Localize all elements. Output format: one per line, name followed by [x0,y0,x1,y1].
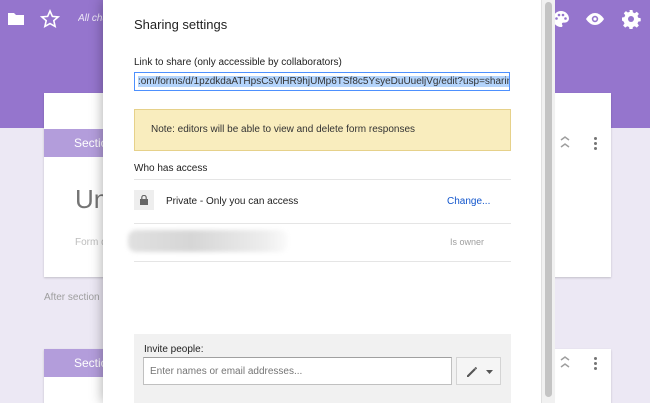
dialog-title: Sharing settings [134,17,228,32]
who-has-access-heading: Who has access [134,163,208,174]
star-icon[interactable] [40,9,60,29]
scrollbar-thumb[interactable] [545,2,552,397]
more-options-icon[interactable] [592,357,598,373]
collapse-chevron-icon[interactable] [558,135,572,149]
divider [134,223,511,224]
owner-name-blurred [128,230,288,252]
lock-icon [134,190,154,210]
gear-icon[interactable] [621,9,641,29]
link-label: Link to share (only accessible by collab… [134,57,342,68]
share-link-text: :om/forms/d/1pzdkdaATHpsCsVlHR9hjUMp6TSf… [138,76,509,87]
editor-note: Note: editors will be able to view and d… [134,109,511,151]
dialog-scrollbar[interactable] [541,0,555,403]
divider [134,179,511,180]
owner-role-label: Is owner [450,237,485,247]
invite-label: Invite people: [144,344,204,355]
access-level-text: Private - Only you can access [166,196,299,207]
permission-dropdown-button[interactable] [456,357,501,385]
eye-icon[interactable] [585,9,605,29]
change-access-link[interactable]: Change... [447,196,490,207]
pencil-icon [467,367,477,377]
folder-icon[interactable] [6,9,26,29]
collapse-chevron-icon[interactable] [558,355,572,369]
save-status-text: All changes saved in Drive [78,13,104,24]
more-options-icon[interactable] [592,137,598,153]
dropdown-caret-icon [486,370,493,374]
share-link-field[interactable]: :om/forms/d/1pzdkdaATHpsCsVlHR9hjUMp6TSf… [134,72,510,91]
invite-people-input[interactable] [143,357,452,385]
divider [134,261,511,262]
